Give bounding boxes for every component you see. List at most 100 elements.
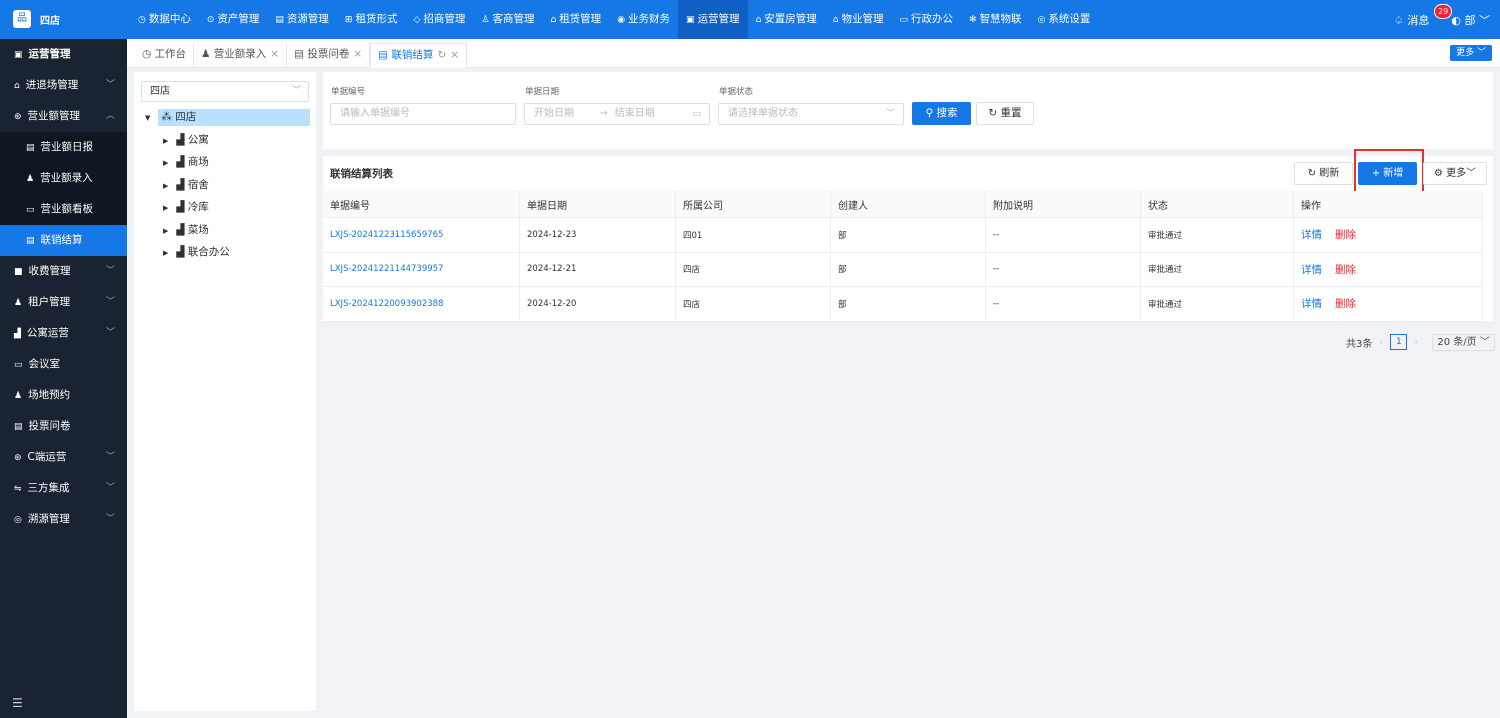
- building-icon: ▟: [176, 201, 185, 213]
- tree-node-root[interactable]: ▼ ⁂ 四店: [134, 106, 316, 129]
- close-icon[interactable]: ×: [450, 49, 459, 61]
- cell-company: 四店: [676, 252, 831, 286]
- nav-item-7[interactable]: ◉ 业务财务: [609, 0, 678, 39]
- tab-2[interactable]: ▤ 投票问卷 ×: [287, 43, 371, 68]
- doc-status-select[interactable]: 请选择单据状态 ﹀: [718, 103, 904, 125]
- sidebar-item-icon: ♟: [14, 391, 23, 401]
- close-icon[interactable]: ×: [270, 48, 279, 60]
- sidebar-collapse-icon[interactable]: ☰: [12, 696, 23, 710]
- tab-0[interactable]: ◷ 工作台: [135, 43, 195, 68]
- chevron-down-icon: ﹀: [885, 109, 895, 119]
- nav-item-11[interactable]: ▭ 行政办公: [892, 0, 962, 39]
- nav-item-9[interactable]: ⌂ 安置房管理: [748, 0, 825, 39]
- sidebar-item-5[interactable]: ▭ 营业额看板: [0, 194, 127, 225]
- sidebar-item-15[interactable]: ◎ 溯源管理 ﹀: [0, 504, 127, 535]
- sidebar-item-2[interactable]: ⊛ 营业额管理 ︿: [0, 101, 127, 132]
- nav-item-0[interactable]: ◷ 数据中心: [130, 0, 199, 39]
- delete-link[interactable]: 删除: [1335, 227, 1356, 242]
- tag-icon: ◇: [413, 15, 421, 25]
- next-page-icon[interactable]: ›: [1414, 337, 1418, 348]
- sidebar-item-12[interactable]: ▤ 投票问卷: [0, 411, 127, 442]
- sidebar-item-0[interactable]: ▣ 运营管理: [0, 39, 127, 70]
- refresh-button[interactable]: ↻ 刷新: [1294, 162, 1353, 185]
- sidebar-item-icon: ▤: [26, 143, 35, 153]
- nav-item-label: 数据中心: [148, 13, 191, 25]
- nav-item-12[interactable]: ✻ 智慧物联: [961, 0, 1030, 39]
- cell-no[interactable]: LXJS-20241220093902388: [323, 287, 520, 321]
- sidebar: ▣ 运营管理 ⌂ 进退场管理 ﹀ ⊛ 营业额管理 ︿ ▤ 营业额日报 ♟ 营业额录入 ▭ 营业额看板 ▤ 联销…: [0, 39, 127, 718]
- sidebar-item-4[interactable]: ♟ 营业额录入: [0, 163, 127, 194]
- sidebar-item-7[interactable]: ■ 收费管理 ﹀: [0, 256, 127, 287]
- page-size-select[interactable]: 20 条/页 ﹀: [1432, 333, 1495, 351]
- tab-label: 联销结算: [391, 49, 434, 61]
- chevron-icon: ﹀: [105, 452, 115, 462]
- nav-item-3[interactable]: ⊞ 租赁形式: [337, 0, 406, 39]
- page-current[interactable]: 1: [1390, 334, 1408, 350]
- user-menu[interactable]: ◐ 部 ﹀: [1451, 12, 1490, 28]
- tree-node[interactable]: ▶ ▟ 联合办公: [134, 241, 316, 264]
- table-row: LXJS-20241223115659765 2024-12-23 四01 部 -- 审批…: [323, 218, 1483, 253]
- detail-link[interactable]: 详情: [1301, 262, 1322, 277]
- nav-item-1[interactable]: ⊙ 资产管理: [199, 0, 268, 39]
- sidebar-item-label: C端运营: [27, 451, 67, 463]
- sidebar-item-13[interactable]: ⊛ C端运营 ﹀: [0, 442, 127, 473]
- cell-note: --: [986, 287, 1141, 321]
- tabbar-more-button[interactable]: 更多 ﹀: [1450, 45, 1492, 61]
- cell-no[interactable]: LXJS-20241223115659765: [323, 218, 520, 252]
- sidebar-item-1[interactable]: ⌂ 进退场管理 ﹀: [0, 70, 127, 101]
- sidebar-item-6[interactable]: ▤ 联销结算: [0, 225, 127, 256]
- building-icon: ▟: [176, 156, 185, 168]
- tree-node[interactable]: ▶ ▟ 公寓: [134, 129, 316, 152]
- nav-item-13[interactable]: ◎ 系统设置: [1030, 0, 1099, 39]
- coin-icon: ◉: [617, 15, 626, 25]
- sidebar-item-10[interactable]: ▭ 会议室: [0, 349, 127, 380]
- column-header: 状态: [1141, 191, 1294, 217]
- table-row: LXJS-20241221144739957 2024-12-21 四店部 -- 审批通…: [323, 252, 1483, 287]
- tab-1[interactable]: ♟ 营业额录入 ×: [194, 43, 288, 68]
- nav-item-5[interactable]: ♙ 客商管理: [473, 0, 542, 39]
- tree-node-label: 四店: [175, 111, 197, 123]
- cell-no[interactable]: LXJS-20241221144739957: [323, 252, 520, 286]
- tree-node[interactable]: ▶ ▟ 菜场: [134, 219, 316, 242]
- reset-button[interactable]: ↻ 重置: [976, 102, 1034, 125]
- more-button[interactable]: ⚙ 更多﹀: [1423, 162, 1487, 185]
- nav-item-8[interactable]: ▣ 运营管理: [678, 0, 748, 39]
- org-icon: ⁂: [161, 111, 172, 123]
- sidebar-item-14[interactable]: ⇋ 三方集成 ﹀: [0, 473, 127, 504]
- top-nav: ◷ 数据中心 ⊙ 资产管理 ▤ 资源管理 ⊞ 租赁形式 ◇ 招商管理 ♙ 客商管理 ⌂ 租赁管理 ◉ 业务财务…: [130, 0, 1098, 39]
- nav-item-10[interactable]: ⌂ 物业管理: [825, 0, 892, 39]
- nav-item-4[interactable]: ◇ 招商管理: [405, 0, 473, 39]
- search-button[interactable]: ⚲ 搜索: [912, 102, 971, 125]
- logo[interactable]: 品 四店: [0, 0, 127, 39]
- detail-link[interactable]: 详情: [1301, 227, 1322, 242]
- sidebar-item-11[interactable]: ♟ 场地预约: [0, 380, 127, 411]
- building-icon: ▟: [176, 223, 185, 236]
- sidebar-item-label: 联销结算: [40, 234, 83, 246]
- sidebar-item-3[interactable]: ▤ 营业额日报: [0, 132, 127, 163]
- messages-button[interactable]: ♤ 消息 29: [1394, 3, 1453, 28]
- tree-node[interactable]: ▶ ▟ 商场: [134, 151, 316, 174]
- tree-node-label: 联合办公: [187, 246, 230, 258]
- add-button[interactable]: + 新增: [1358, 162, 1417, 185]
- caret-right-icon: ▶: [163, 136, 169, 145]
- doc-no-input[interactable]: 请输入单据编号: [330, 103, 516, 125]
- sidebar-item-8[interactable]: ♟ 租户管理 ﹀: [0, 287, 127, 318]
- sidebar-item-label: 租户管理: [28, 296, 71, 308]
- sidebar-item-9[interactable]: ▟ 公寓运营 ﹀: [0, 318, 127, 349]
- tree-node[interactable]: ▶ ▟ 宿舍: [134, 174, 316, 197]
- delete-link[interactable]: 删除: [1335, 296, 1356, 311]
- doc-date-range-input[interactable]: 开始日期 → 结束日期 ▭: [524, 103, 710, 125]
- home-icon: ⌂: [755, 15, 762, 25]
- close-icon[interactable]: ×: [353, 48, 362, 60]
- prev-page-icon[interactable]: ‹: [1379, 337, 1383, 348]
- calendar-icon: ▭: [692, 109, 701, 119]
- tree-node[interactable]: ▶ ▟ 冷库: [134, 196, 316, 219]
- nav-item-2[interactable]: ▤ 资源管理: [267, 0, 337, 39]
- store-select[interactable]: 四店 ﹀: [141, 81, 309, 102]
- refresh-icon[interactable]: ↻: [437, 49, 446, 61]
- tab-3[interactable]: ▤ 联销结算 ↻ ×: [370, 43, 468, 68]
- cell-creator: 部: [831, 287, 986, 321]
- nav-item-6[interactable]: ⌂ 租赁管理: [542, 0, 609, 39]
- detail-link[interactable]: 详情: [1301, 296, 1322, 311]
- delete-link[interactable]: 删除: [1335, 262, 1356, 277]
